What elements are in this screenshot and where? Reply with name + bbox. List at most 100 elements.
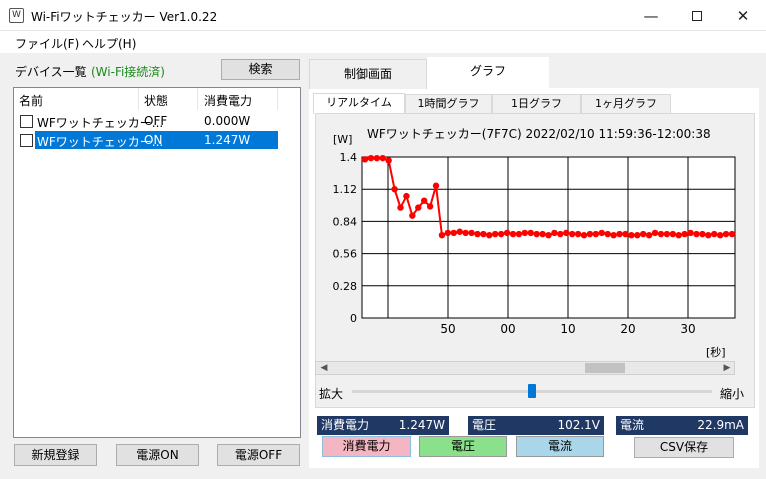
scroll-right-icon[interactable]: ▶ [721,362,733,374]
csv-save-button[interactable]: CSV保存 [634,437,734,458]
device-power: 1.247W [204,133,251,147]
data-point [462,229,469,237]
data-point [492,230,499,238]
data-point [539,230,546,238]
search-button[interactable]: 検索 [221,59,300,80]
subtab-realtime[interactable]: リアルタイム [313,93,405,114]
data-point [450,229,457,237]
subtab-hour[interactable]: 1時間グラフ [405,94,492,114]
close-icon[interactable]: ✕ [720,0,766,31]
current-toggle-button[interactable]: 電流 [516,436,604,457]
data-point [699,230,706,238]
data-point [604,230,611,238]
device-checkbox[interactable] [20,115,33,128]
data-point [515,230,523,238]
data-point [687,229,694,237]
power-on-button[interactable]: 電源ON [116,444,199,466]
power-readout-label: 消費電力 [321,418,370,432]
y-tick-label: 0.56 [333,248,358,261]
data-point [580,232,588,239]
data-point [391,186,398,193]
data-point [468,229,475,237]
current-readout: 電流 22.9mA [616,416,748,435]
device-checkbox[interactable] [20,134,33,147]
data-point [361,156,369,163]
data-point [675,232,682,239]
data-point [420,197,428,204]
subtab-day[interactable]: 1日グラフ [492,94,581,114]
zoom-slider-thumb[interactable] [528,384,536,398]
column-header-state[interactable]: 状態 [144,92,168,109]
subtab-month[interactable]: 1ヶ月グラフ [581,94,671,114]
device-power: 0.000W [204,114,251,128]
data-point [634,232,641,239]
data-point [669,230,677,238]
data-point [716,232,724,239]
data-point [545,232,552,239]
column-divider [197,88,198,110]
data-point [574,230,582,238]
device-state: ON [144,133,163,147]
data-point [474,230,481,238]
y-tick-label: 0.84 [333,215,358,228]
column-header-name[interactable]: 名前 [19,92,43,109]
menu-file[interactable]: ファイル(F) [15,35,79,52]
data-point [640,230,647,238]
zoom-out-label: 縮小 [720,387,745,401]
data-point [432,182,440,189]
data-point [711,230,718,238]
data-point [645,232,653,239]
data-point [681,230,688,238]
data-point [598,229,605,237]
data-point [497,230,505,238]
tab-control[interactable]: 制御画面 [309,59,427,89]
data-point [480,230,487,238]
register-button[interactable]: 新規登録 [14,444,97,466]
power-readout-value: 1.247W [398,418,445,432]
data-point [693,230,700,238]
data-point [385,157,392,164]
connection-status: (Wi-Fi接続済) [91,65,165,79]
minimize-icon[interactable]: — [628,0,674,31]
voltage-readout-label: 電圧 [472,418,497,432]
data-point [415,204,422,211]
x-tick-label: 50 [440,322,455,336]
column-divider [138,88,139,110]
data-point [610,232,617,239]
data-point [527,229,534,237]
data-point [379,154,386,162]
data-point [444,229,452,237]
data-point [628,232,635,239]
voltage-toggle-button[interactable]: 電圧 [419,436,507,457]
x-tick-label: 10 [560,322,575,336]
data-point [403,192,410,200]
data-point [557,230,564,238]
data-point [728,230,736,238]
app-icon: W [9,8,24,23]
maximize-icon[interactable] [674,0,720,31]
data-point [503,229,511,237]
power-line-chart: 1.4 1.12 0.84 0.56 0.28 0 50 00 10 20 30 [333,151,736,336]
y-tick-label: 0.28 [333,280,358,293]
device-list-title: デバイス一覧 [15,65,87,79]
column-divider [277,88,278,110]
data-point [651,229,659,237]
data-point [456,228,463,235]
scrollbar-thumb[interactable] [585,363,625,373]
scroll-left-icon[interactable]: ◀ [318,362,330,374]
current-readout-value: 22.9mA [697,418,744,432]
data-point [616,230,623,238]
data-point [657,230,665,238]
power-off-button[interactable]: 電源OFF [217,444,300,466]
menu-help[interactable]: ヘルプ(H) [82,35,136,52]
power-toggle-button[interactable]: 消費電力 [322,436,411,457]
column-header-power[interactable]: 消費電力 [204,92,252,109]
data-point [367,154,375,162]
voltage-readout-value: 102.1V [557,418,600,432]
horizontal-scrollbar[interactable] [315,361,735,375]
power-readout: 消費電力 1.247W [317,416,449,435]
data-point [551,229,558,237]
data-point [521,229,529,237]
current-readout-label: 電流 [620,418,645,432]
tab-graph[interactable]: グラフ [427,57,549,89]
